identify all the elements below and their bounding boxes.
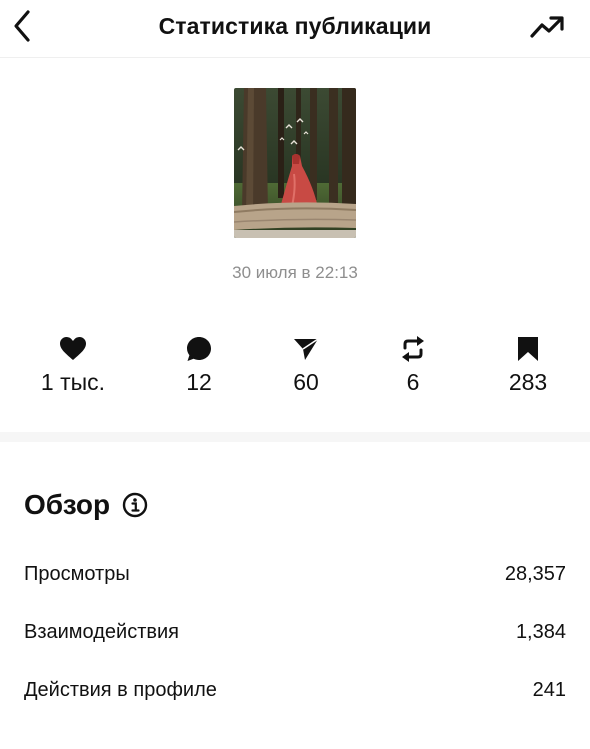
likes-count: 1 тыс. — [40, 369, 106, 395]
overview-row-profile-actions[interactable]: Действия в профиле 241 — [24, 675, 566, 705]
post-thumbnail[interactable] — [234, 88, 356, 238]
reposts-count: 6 — [406, 369, 420, 395]
stat-likes[interactable]: 1 тыс. — [13, 334, 133, 396]
overview-row-views[interactable]: Просмотры 28,357 — [24, 559, 566, 589]
overview-header: Обзор — [24, 489, 148, 521]
overview-title: Обзор — [24, 489, 111, 520]
row-value: 28,357 — [504, 562, 566, 585]
row-label: Просмотры — [24, 562, 130, 585]
page-title: Статистика публикации — [158, 13, 432, 39]
bookmark-icon — [518, 337, 538, 361]
row-label: Взаимодействия — [24, 620, 179, 643]
shares-count: 60 — [293, 369, 319, 395]
send-icon — [294, 338, 319, 360]
stat-saves[interactable]: 283 — [468, 334, 588, 396]
comments-count: 12 — [186, 369, 212, 395]
top-bar: Статистика публикации — [0, 0, 590, 58]
trending-up-icon — [530, 16, 564, 38]
post-date: 30 июля в 22:13 — [232, 263, 358, 282]
stat-comments[interactable]: 12 — [139, 334, 259, 396]
post-image — [234, 88, 356, 238]
comment-icon — [187, 337, 211, 361]
stat-reposts[interactable]: 6 — [353, 334, 473, 396]
row-value: 1,384 — [515, 620, 566, 643]
row-label: Действия в профиле — [24, 678, 217, 701]
heart-icon — [60, 337, 86, 360]
info-icon[interactable] — [122, 492, 148, 518]
section-divider — [0, 432, 590, 442]
row-value: 241 — [532, 678, 566, 701]
saves-count: 283 — [508, 369, 548, 395]
overview-row-engagements[interactable]: Взаимодействия 1,384 — [24, 617, 566, 647]
repost-icon — [402, 336, 424, 362]
stat-shares[interactable]: 60 — [246, 334, 366, 396]
trends-button[interactable] — [528, 10, 568, 42]
